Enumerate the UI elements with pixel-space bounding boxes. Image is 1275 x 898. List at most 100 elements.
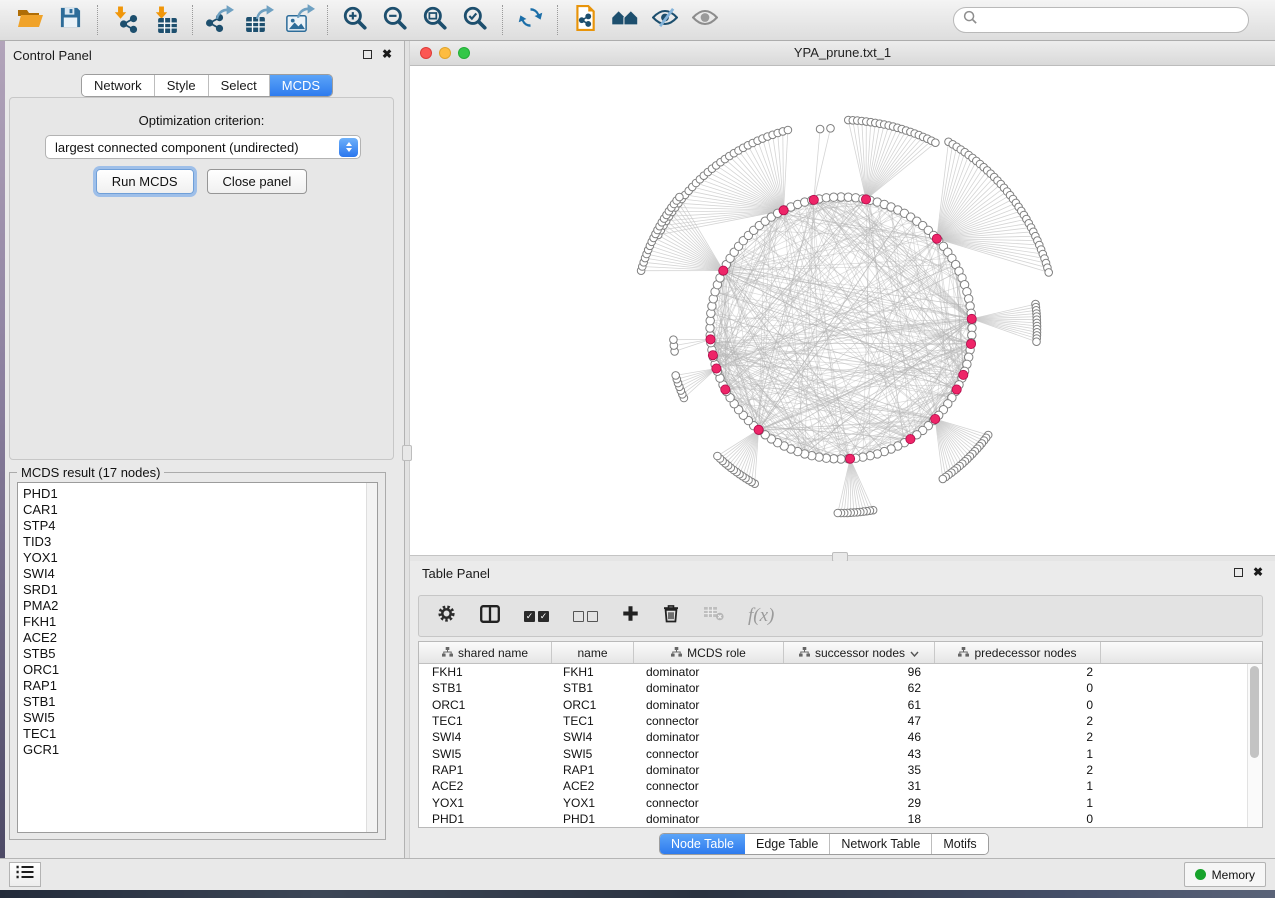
dropdown-stepper-icon [339,138,358,157]
import-network-button[interactable] [105,4,145,36]
network-window-titlebar[interactable]: YPA_prune.txt_1 [410,41,1275,66]
list-item[interactable]: RAP1 [23,678,377,694]
scrollbar-thumb[interactable] [1250,666,1259,758]
table-cell: ORC1 [419,698,552,712]
import-table-button[interactable] [145,4,185,36]
table-cell: YOX1 [552,796,634,810]
table-row[interactable]: SWI4SWI4dominator462 [419,729,1262,745]
table-cell: dominator [634,681,784,695]
close-panel-button[interactable]: Close panel [207,169,308,194]
create-column-button[interactable] [622,605,639,627]
list-item[interactable]: PMA2 [23,598,377,614]
file-network-icon [574,5,596,36]
float-window-icon[interactable] [363,50,372,59]
column-header-successor-nodes[interactable]: successor nodes [784,642,935,663]
first-neighbors-button[interactable] [605,4,645,36]
run-mcds-button[interactable]: Run MCDS [96,169,194,194]
table-row[interactable]: TEC1TEC1connector472 [419,713,1262,729]
tab-network-table[interactable]: Network Table [830,834,932,854]
column-header-name[interactable]: name [552,642,634,663]
show-column-button[interactable] [480,605,500,628]
tab-edge-table[interactable]: Edge Table [745,834,830,854]
table-row[interactable]: ORC1ORC1dominator610 [419,697,1262,713]
table-row[interactable]: RAP1RAP1dominator352 [419,762,1262,778]
tab-style[interactable]: Style [155,75,209,96]
table-mode-button[interactable] [437,604,456,628]
column-header-predecessor-nodes[interactable]: predecessor nodes [935,642,1101,663]
eye-icon [692,8,718,32]
list-item[interactable]: ACE2 [23,630,377,646]
search-icon [963,10,978,30]
list-item[interactable]: FKH1 [23,614,377,630]
task-history-button[interactable] [9,862,41,887]
table-row[interactable]: PHD1PHD1dominator180 [419,811,1262,827]
search-input[interactable] [984,13,1239,28]
table-cell: 2 [935,730,1101,744]
column-header-MCDS-role[interactable]: MCDS role [634,642,784,663]
new-network-from-selection-button[interactable] [565,4,605,36]
list-item[interactable]: CAR1 [23,502,377,518]
memory-button[interactable]: Memory [1184,862,1266,887]
table-cell: dominator [634,665,784,679]
tab-network[interactable]: Network [82,75,155,96]
close-panel-icon[interactable]: ✖ [1253,567,1263,577]
zoom-out-button[interactable] [375,4,415,36]
toolbar-divider [502,5,503,35]
list-item[interactable]: STP4 [23,518,377,534]
tab-motifs[interactable]: Motifs [932,834,987,854]
float-window-icon[interactable] [1234,568,1243,577]
table-cell: ACE2 [552,779,634,793]
delete-table-button[interactable] [703,606,724,626]
column-header-shared-name[interactable]: shared name [419,642,552,663]
list-item[interactable]: YOX1 [23,550,377,566]
mcds-result-list[interactable]: PHD1CAR1STP4TID3YOX1SWI4SRD1PMA2FKH1ACE2… [17,482,378,833]
table-scrollbar[interactable] [1247,664,1262,827]
list-item[interactable]: STB5 [23,646,377,662]
export-network-button[interactable] [200,4,240,36]
list-item[interactable]: ORC1 [23,662,377,678]
list-item[interactable]: STB1 [23,694,377,710]
list-icon [16,865,34,884]
sort-desc-icon [910,646,919,660]
tab-mcds[interactable]: MCDS [270,75,332,96]
list-item[interactable]: GCR1 [23,742,377,758]
zoom-out-icon [382,5,408,36]
network-title: YPA_prune.txt_1 [410,45,1275,60]
show-all-button[interactable] [685,4,725,36]
zoom-fit-button[interactable] [415,4,455,36]
table-row[interactable]: SWI5SWI5connector431 [419,745,1262,761]
list-item[interactable]: SRD1 [23,582,377,598]
select-all-button[interactable]: ✓✓ [524,611,549,622]
vertical-splitter[interactable] [404,41,410,858]
table-row[interactable]: ACE2ACE2connector311 [419,778,1262,794]
save-session-button[interactable] [50,4,90,36]
tab-node-table[interactable]: Node Table [660,834,745,854]
function-builder-button[interactable]: f(x) [748,605,774,627]
tab-select[interactable]: Select [209,75,270,96]
table-row[interactable]: STB1STB1dominator620 [419,680,1262,696]
network-canvas[interactable] [410,66,1275,555]
table-cell: FKH1 [552,665,634,679]
table-row[interactable]: YOX1YOX1connector291 [419,794,1262,810]
table-cell: 31 [784,779,935,793]
list-item[interactable]: PHD1 [23,486,377,502]
list-item[interactable]: SWI4 [23,566,377,582]
hide-selected-button[interactable] [645,4,685,36]
table-row[interactable]: FKH1FKH1dominator962 [419,664,1262,680]
export-table-button[interactable] [240,4,280,36]
list-item[interactable]: TID3 [23,534,377,550]
list-item[interactable]: SWI5 [23,710,377,726]
list-scrollbar[interactable] [366,483,377,832]
open-session-button[interactable] [10,4,50,36]
list-item[interactable]: TEC1 [23,726,377,742]
splitter-grip[interactable] [402,445,412,461]
close-panel-icon[interactable]: ✖ [382,49,392,59]
apply-layout-button[interactable] [510,4,550,36]
delete-columns-button[interactable] [663,604,679,628]
criterion-dropdown[interactable]: largest connected component (undirected) [45,135,361,159]
zoom-selected-button[interactable] [455,4,495,36]
export-image-button[interactable] [280,4,320,36]
zoom-in-button[interactable] [335,4,375,36]
deselect-all-button[interactable] [573,611,598,622]
search-box[interactable] [953,7,1249,33]
